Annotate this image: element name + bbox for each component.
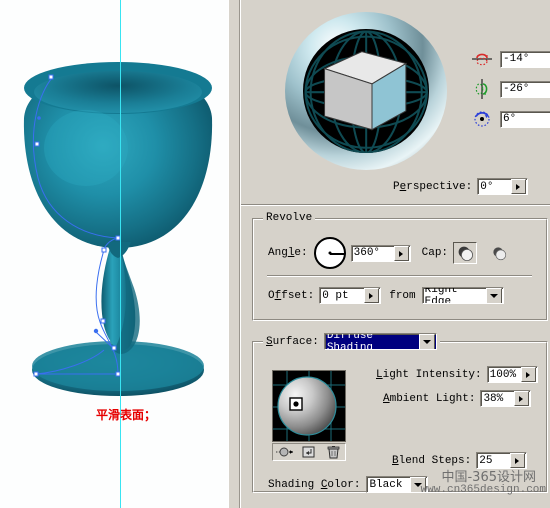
offset-row[interactable]: Offset: 0 pt from Right Edge bbox=[268, 287, 504, 304]
blend-steps-label: Blend Steps: bbox=[392, 454, 472, 467]
surface-shading-select[interactable]: Diffuse Shading bbox=[323, 333, 437, 350]
rotate-x-value: -14° bbox=[503, 53, 530, 65]
duplicate-light-icon[interactable] bbox=[300, 445, 318, 459]
shading-color-select[interactable]: Black bbox=[366, 476, 429, 493]
light-intensity-label: Light Intensity: bbox=[376, 368, 482, 381]
revolved-wine-glass-artwork[interactable] bbox=[0, 0, 228, 508]
shading-color-label: Shading Color: bbox=[268, 478, 361, 491]
watermark-chinese: 中国-365设计网 bbox=[441, 470, 536, 485]
rotate-z-input[interactable]: 6° bbox=[500, 110, 550, 128]
angle-value: 360° bbox=[353, 247, 381, 259]
vertical-guide bbox=[120, 0, 121, 508]
angle-row[interactable]: Angle: 360° Cap: bbox=[268, 237, 511, 269]
surface-label: Surface: bbox=[266, 335, 319, 348]
ambient-light-input[interactable]: 38% bbox=[480, 390, 532, 407]
light-sphere-svg bbox=[273, 371, 345, 441]
light-sphere-preview[interactable] bbox=[272, 370, 346, 442]
rotate-z-value: 6° bbox=[503, 113, 517, 125]
rotate-y-input[interactable]: -26° bbox=[500, 80, 550, 98]
screenshot-root: 平滑表面； -14° -26° 6° Perspective: 0° Revol… bbox=[0, 0, 550, 508]
rotate-y-axis-icon bbox=[475, 79, 488, 99]
offset-label: Offset: bbox=[268, 289, 315, 302]
light-intensity-spinner-icon[interactable] bbox=[520, 367, 536, 382]
surface-title-row[interactable]: Surface: Diffuse Shading bbox=[263, 333, 440, 350]
offset-from-value: Right Edge bbox=[424, 287, 458, 304]
light-toolbar[interactable] bbox=[272, 443, 346, 461]
angle-label: Angle: bbox=[268, 247, 308, 259]
ambient-light-spinner-icon[interactable] bbox=[514, 391, 530, 406]
blend-steps-value: 25 bbox=[479, 454, 493, 467]
illustrator-artboard[interactable]: 平滑表面； bbox=[0, 0, 228, 508]
angle-input[interactable]: 360° bbox=[350, 244, 411, 262]
ambient-light-label: Ambient Light: bbox=[383, 392, 476, 405]
perspective-row[interactable]: Perspective: 0° bbox=[393, 178, 529, 195]
cap-off-icon bbox=[492, 246, 506, 260]
cap-on-button[interactable] bbox=[453, 242, 478, 264]
revolve-group: Revolve Angle: 360° Cap: Offset: 0 pt fr… bbox=[252, 212, 548, 321]
shading-color-value: Black bbox=[369, 478, 403, 491]
revolve-inner-separator bbox=[267, 275, 532, 277]
rotate-z-axis-icon bbox=[474, 111, 490, 127]
delete-light-trash-icon[interactable] bbox=[324, 445, 342, 459]
bezier-control-handle bbox=[93, 328, 99, 334]
surface-chevron-down-icon[interactable] bbox=[418, 334, 435, 349]
wine-glass-svg bbox=[23, 62, 213, 396]
angle-dial[interactable] bbox=[313, 237, 346, 269]
offset-spinner-icon[interactable] bbox=[364, 288, 380, 303]
perspective-label: Perspective: bbox=[393, 180, 473, 193]
rotate-x-row[interactable]: -14° bbox=[471, 48, 550, 70]
light-intensity-input[interactable]: 100% bbox=[486, 366, 538, 383]
perspective-spinner-icon[interactable] bbox=[511, 179, 527, 194]
light-intensity-row[interactable]: Light Intensity: 100% bbox=[376, 366, 538, 383]
glass-rim-inner bbox=[34, 71, 202, 113]
surface-shading-value: Diffuse Shading bbox=[326, 333, 374, 350]
chevron-down-icon[interactable] bbox=[485, 288, 502, 303]
annotation-caption: 平滑表面； bbox=[96, 408, 157, 422]
from-label: from bbox=[389, 289, 416, 302]
rotate-z-row[interactable]: 6° bbox=[471, 108, 550, 130]
angle-spinner-icon[interactable] bbox=[393, 245, 409, 261]
cap-label: Cap: bbox=[421, 247, 449, 259]
cap-on-icon bbox=[458, 246, 473, 261]
new-light-icon[interactable] bbox=[276, 445, 294, 459]
light-intensity-value: 100% bbox=[489, 368, 517, 381]
shading-color-row[interactable]: Shading Color: Black bbox=[268, 476, 429, 493]
cap-off-button[interactable] bbox=[487, 242, 511, 264]
perspective-input[interactable]: 0° bbox=[477, 178, 529, 195]
rotate-y-value: -26° bbox=[503, 83, 530, 95]
offset-input[interactable]: 0 pt bbox=[319, 287, 382, 304]
revolve-options-panel: -14° -26° 6° Perspective: 0° Revolve Ang… bbox=[240, 0, 550, 508]
panel-divider bbox=[228, 0, 240, 508]
ambient-light-row[interactable]: Ambient Light: 38% bbox=[383, 390, 532, 407]
trackball-face[interactable] bbox=[302, 29, 430, 153]
rotate-y-row[interactable]: -26° bbox=[471, 78, 550, 100]
revolve-group-title: Revolve bbox=[263, 212, 316, 224]
ambient-light-value: 38% bbox=[483, 392, 504, 405]
3d-trackball-widget[interactable] bbox=[285, 12, 447, 170]
offset-from-select[interactable]: Right Edge bbox=[421, 287, 504, 304]
rotate-x-axis-icon bbox=[472, 53, 492, 66]
offset-value: 0 pt bbox=[322, 289, 349, 302]
watermark-url: www.cn365design.com bbox=[420, 484, 546, 496]
preview-cube bbox=[322, 51, 407, 131]
perspective-value: 0° bbox=[480, 180, 494, 193]
section-separator-1 bbox=[241, 204, 550, 206]
rotate-x-input[interactable]: -14° bbox=[500, 50, 550, 68]
